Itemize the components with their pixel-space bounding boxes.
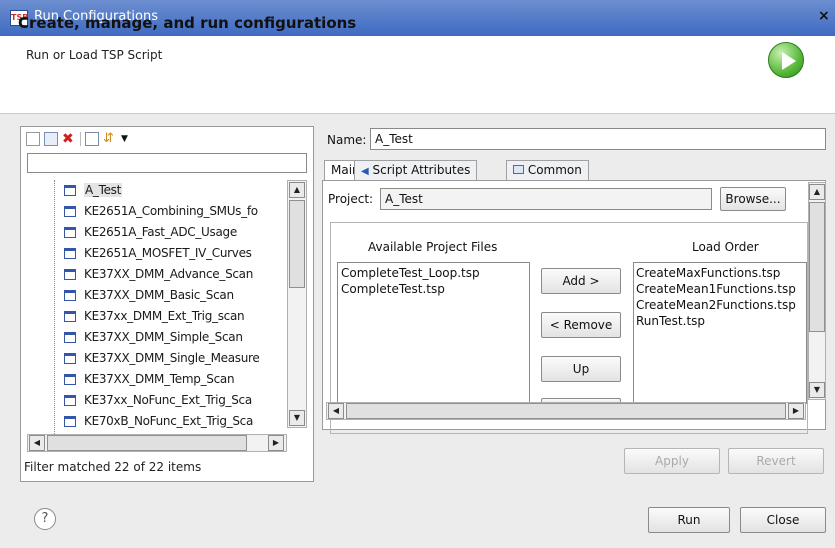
tree-item[interactable]: KE2651A_MOSFET_IV_Curves (64, 243, 252, 263)
scrollbar-thumb[interactable] (346, 403, 786, 419)
up-button[interactable]: Up (541, 356, 621, 382)
list-item[interactable]: CreateMean2Functions.tsp (636, 297, 804, 313)
tree-item[interactable]: KE37XX_DMM_Temp_Scan (64, 369, 235, 389)
launch-config-icon (64, 247, 76, 259)
remove-button[interactable]: < Remove (541, 312, 621, 338)
tree-item[interactable]: KE37XX_DMM_Simple_Scan (64, 327, 243, 347)
scroll-up-icon[interactable]: ▲ (289, 182, 305, 198)
help-icon[interactable]: ? (34, 508, 56, 530)
tree-item[interactable]: KE2651A_Combining_SMUs_fo (64, 201, 258, 221)
tree-item[interactable]: KE70xB_NoFunc_Ext_Trig_Sca (64, 411, 253, 431)
launch-config-icon (64, 226, 76, 238)
tree-item-label: KE37xx_DMM_Ext_Trig_scan (84, 309, 245, 323)
run-icon (768, 42, 804, 78)
load-order-list[interactable]: CreateMaxFunctions.tsp CreateMean1Functi… (633, 262, 807, 404)
filter-status: Filter matched 22 of 22 items (24, 460, 202, 474)
tree-item-label: KE37xx_NoFunc_Ext_Trig_Sca (84, 393, 252, 407)
list-item[interactable]: RunTest.tsp (636, 313, 804, 329)
dialog-title: Create, manage, and run configurations (18, 14, 357, 32)
launch-config-icon (64, 352, 76, 364)
tree-item[interactable]: KE37XX_DMM_Basic_Scan (64, 285, 234, 305)
tree-item-label: KE2651A_Fast_ADC_Usage (84, 225, 237, 239)
project-label: Project: (328, 192, 374, 206)
apply-button[interactable]: Apply (624, 448, 720, 474)
list-item[interactable]: CompleteTest_Loop.tsp (341, 265, 526, 281)
tree-item-a-test[interactable]: A_Test (64, 180, 123, 200)
revert-button[interactable]: Revert (728, 448, 824, 474)
dialog-subtitle: Run or Load TSP Script (26, 48, 163, 62)
duplicate-icon[interactable] (44, 132, 58, 146)
left-toolbar: ✖ ⇵ ▼ (26, 132, 128, 146)
scroll-right-icon[interactable]: ▶ (268, 435, 284, 451)
close-icon[interactable]: × (818, 8, 830, 24)
run-button[interactable]: Run (648, 507, 730, 533)
tree-item-label: KE2651A_MOSFET_IV_Curves (84, 246, 252, 260)
launch-config-icon (64, 394, 76, 406)
scroll-down-icon[interactable]: ▼ (289, 410, 305, 426)
common-icon (513, 165, 524, 174)
load-order-label: Load Order (692, 240, 759, 254)
launch-config-icon (64, 415, 76, 427)
scrollbar-thumb[interactable] (289, 200, 305, 288)
launch-config-icon (64, 205, 76, 217)
launch-config-icon (64, 289, 76, 301)
toolbar-separator (80, 132, 81, 146)
scroll-left-icon[interactable]: ◀ (29, 435, 45, 451)
tree-item-label: KE37XX_DMM_Basic_Scan (84, 288, 234, 302)
scrollbar-thumb[interactable] (47, 435, 247, 451)
tree-guide (54, 180, 55, 434)
tab-script-attributes[interactable]: ◀ Script Attributes (354, 160, 478, 180)
launch-config-icon (64, 331, 76, 343)
tree-item-label: KE37XX_DMM_Single_Measure (84, 351, 260, 365)
script-icon: ◀ (361, 166, 369, 177)
tree-item[interactable]: KE37xx_NoFunc_Ext_Trig_Sca (64, 390, 252, 410)
tree-item-label: KE37XX_DMM_Temp_Scan (84, 372, 235, 386)
add-button[interactable]: Add > (541, 268, 621, 294)
tree-item[interactable]: KE37XX_DMM_Single_Measure (64, 348, 260, 368)
tree-item[interactable]: KE37xx_DMM_Ext_Trig_scan (64, 306, 245, 326)
scroll-left-icon[interactable]: ◀ (328, 403, 344, 419)
list-item[interactable]: CreateMean1Functions.tsp (636, 281, 804, 297)
tree-item[interactable]: KE2651A_Fast_ADC_Usage (64, 222, 237, 242)
collapse-all-icon[interactable] (85, 132, 99, 146)
launch-config-icon (64, 310, 76, 322)
filter-icon[interactable]: ⇵ (103, 132, 117, 146)
launch-config-icon (64, 184, 76, 196)
chevron-down-icon[interactable]: ▼ (121, 134, 128, 144)
scrollbar-thumb[interactable] (809, 202, 825, 332)
tree-item-label: KE70xB_NoFunc_Ext_Trig_Sca (84, 414, 254, 428)
scroll-down-icon[interactable]: ▼ (809, 382, 825, 398)
filter-text-input[interactable] (28, 154, 306, 172)
available-files-label: Available Project Files (368, 240, 498, 254)
delete-icon[interactable]: ✖ (62, 132, 76, 146)
browse-button[interactable]: Browse... (720, 187, 786, 211)
scroll-right-icon[interactable]: ▶ (788, 403, 804, 419)
name-label: Name: (327, 133, 367, 147)
scroll-up-icon[interactable]: ▲ (809, 184, 825, 200)
new-config-icon[interactable] (26, 132, 40, 146)
tree-item[interactable]: KE37XX_DMM_Advance_Scan (64, 264, 253, 284)
tree-item-label: KE37XX_DMM_Simple_Scan (84, 330, 243, 344)
tab-label: Script Attributes (372, 163, 471, 177)
filter-input[interactable] (27, 153, 307, 173)
tree-item-label: KE2651A_Combining_SMUs_fo (84, 204, 258, 218)
tab-common[interactable]: Common (506, 160, 589, 180)
tab-label: Common (527, 163, 582, 177)
available-files-list[interactable]: CompleteTest_Loop.tsp CompleteTest.tsp (337, 262, 530, 404)
list-item[interactable]: CompleteTest.tsp (341, 281, 526, 297)
tree-item-label: KE37XX_DMM_Advance_Scan (84, 267, 254, 281)
project-field[interactable]: A_Test (380, 188, 712, 210)
close-button[interactable]: Close (740, 507, 826, 533)
list-item[interactable]: CreateMaxFunctions.tsp (636, 265, 804, 281)
tree-item-label: A_Test (84, 183, 123, 197)
launch-config-icon (64, 268, 76, 280)
launch-config-icon (64, 373, 76, 385)
name-field[interactable]: A_Test (370, 128, 826, 150)
